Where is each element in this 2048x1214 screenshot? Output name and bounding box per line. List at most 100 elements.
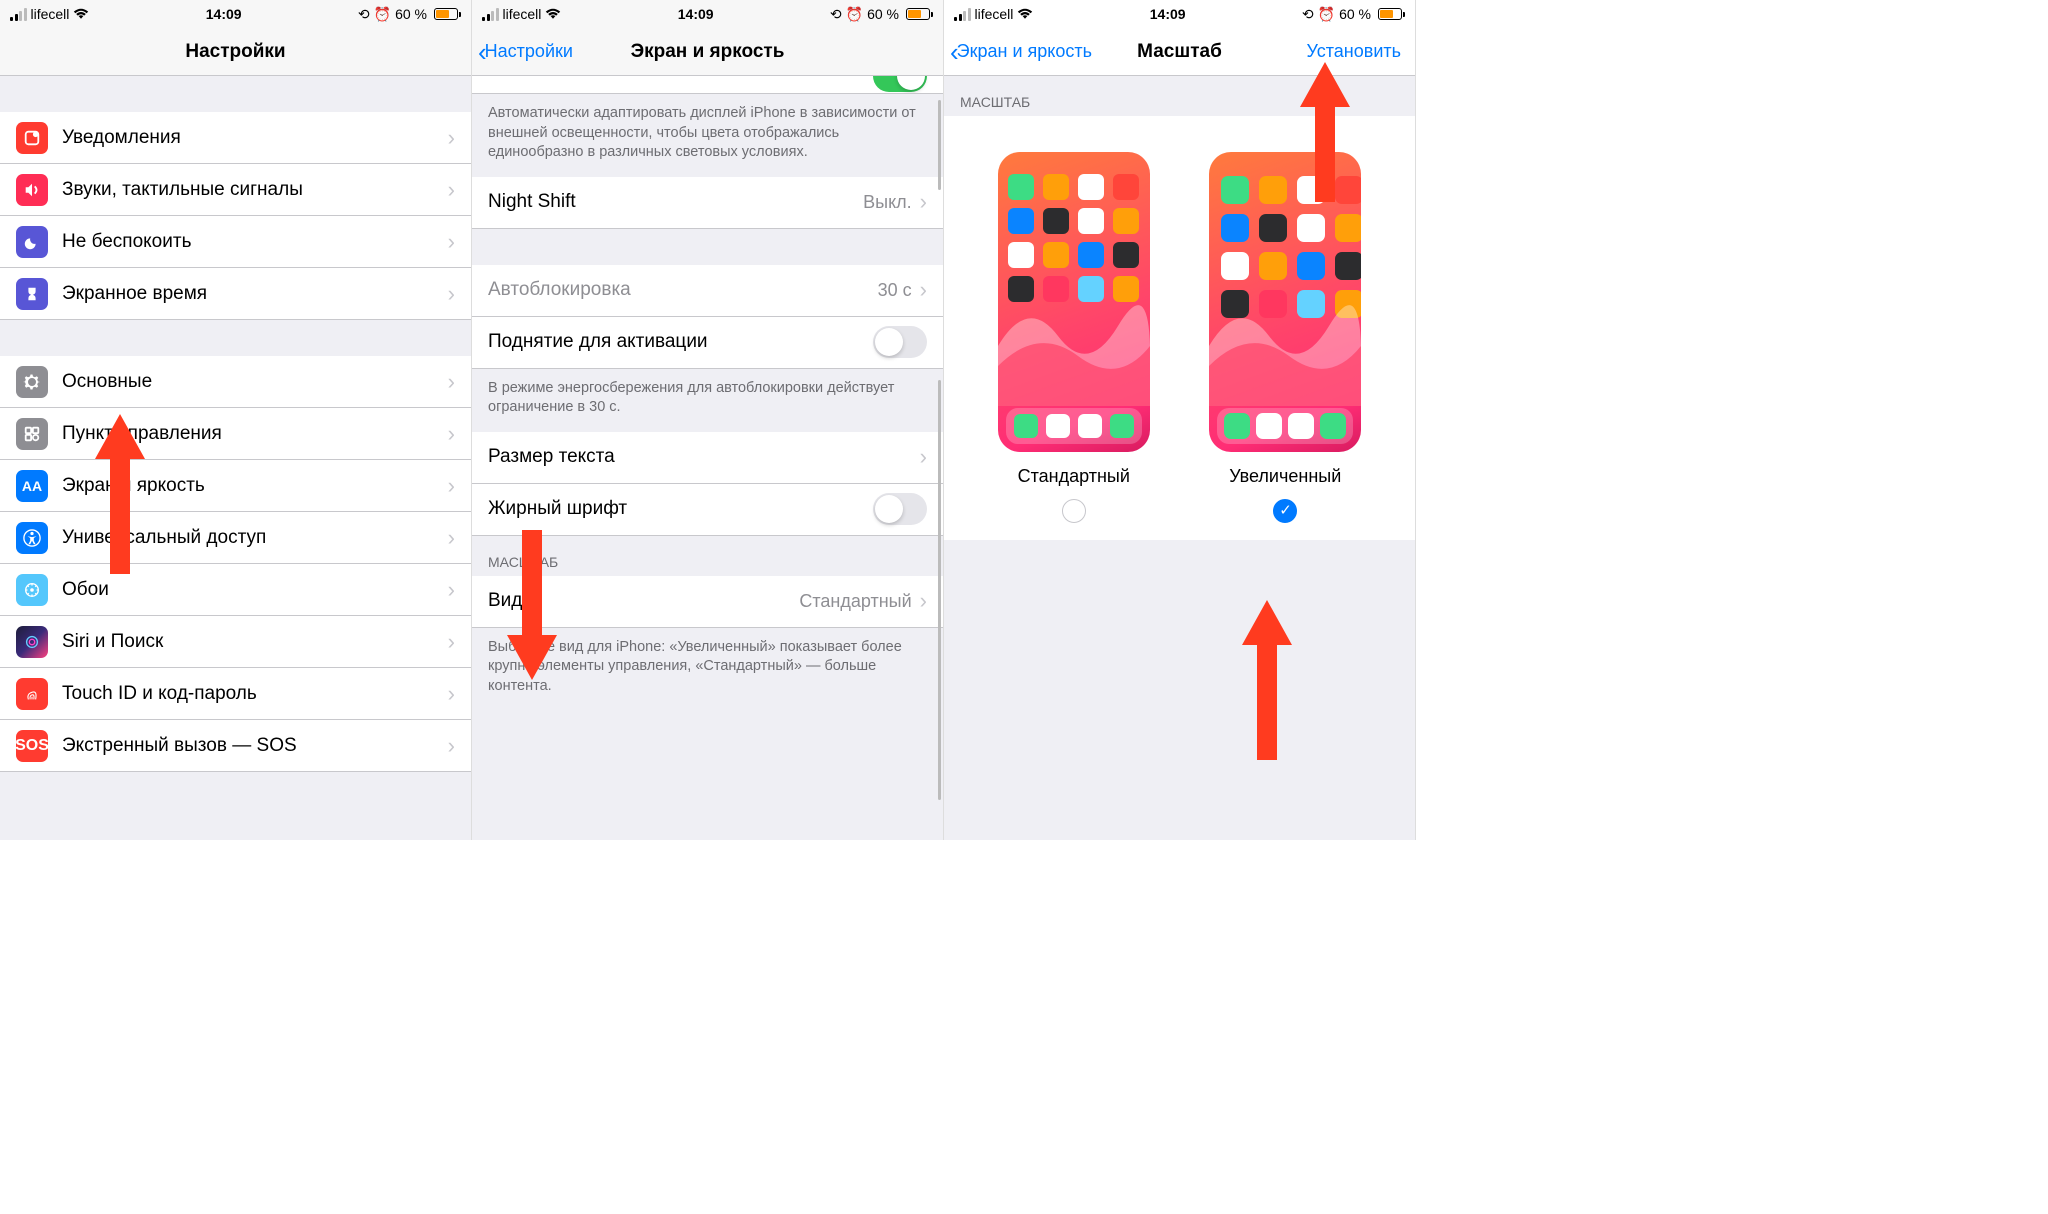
row-label: Уведомления — [62, 127, 448, 149]
notifications-icon — [16, 122, 48, 154]
true-tone-description: Автоматически адаптировать дисплей iPhon… — [472, 94, 943, 177]
clock: 14:09 — [206, 6, 242, 22]
row-view[interactable]: Вид Стандартный › — [472, 576, 943, 628]
battery-percent: 60 % — [867, 6, 899, 22]
row-label: Night Shift — [488, 191, 863, 213]
battery-percent: 60 % — [1339, 6, 1371, 22]
row-general[interactable]: Основные › — [0, 356, 471, 408]
control-center-icon — [16, 418, 48, 450]
chevron-right-icon: › — [448, 681, 455, 707]
row-label: Универсальный доступ — [62, 527, 448, 549]
scroll-indicator — [938, 380, 941, 800]
chevron-right-icon: › — [448, 125, 455, 151]
row-sos[interactable]: SOS Экстренный вызов — SOS › — [0, 720, 471, 772]
signal-icon — [482, 8, 499, 21]
row-label: Основные — [62, 371, 448, 393]
back-button[interactable]: ‹ Настройки — [478, 39, 573, 65]
clock: 14:09 — [678, 6, 714, 22]
carrier-label: lifecell — [31, 6, 70, 22]
back-label: Экран и яркость — [957, 41, 1092, 62]
chevron-right-icon: › — [448, 577, 455, 603]
wallpaper-icon — [16, 574, 48, 606]
chevron-right-icon: › — [920, 588, 927, 614]
page-title: Экран и яркость — [631, 41, 785, 63]
row-label: Звуки, тактильные сигналы — [62, 179, 448, 201]
raise-to-wake-toggle[interactable] — [873, 326, 927, 358]
dnd-icon — [16, 226, 48, 258]
row-value: Стандартный — [799, 591, 911, 612]
row-label: Обои — [62, 579, 448, 601]
carrier-label: lifecell — [975, 6, 1014, 22]
row-label: Жирный шрифт — [488, 498, 873, 520]
page-title: Настройки — [185, 41, 285, 63]
chevron-right-icon: › — [920, 189, 927, 215]
nav-bar: ‹ Настройки Экран и яркость — [472, 28, 943, 76]
row-notifications[interactable]: Уведомления › — [0, 112, 471, 164]
scroll-indicator — [938, 100, 941, 190]
row-screentime[interactable]: Экранное время › — [0, 268, 471, 320]
zoom-option-label: Стандартный — [998, 466, 1150, 487]
row-label: Touch ID и код-пароль — [62, 683, 448, 705]
zoom-option-zoomed[interactable]: Увеличенный — [1209, 152, 1361, 528]
zoom-section-header: МАСШТАБ — [472, 536, 943, 576]
bold-text-toggle[interactable] — [873, 493, 927, 525]
dock — [1217, 408, 1353, 444]
chevron-right-icon: › — [448, 421, 455, 447]
zoom-option-standard[interactable]: Стандартный — [998, 152, 1150, 528]
rotation-lock-icon: ⟲ — [830, 6, 842, 23]
battery-icon — [903, 8, 933, 20]
row-siri[interactable]: Siri и Поиск › — [0, 616, 471, 668]
row-label: Пункт управления — [62, 423, 448, 445]
nav-bar: Настройки — [0, 28, 471, 76]
row-autolock[interactable]: Автоблокировка 30 с › — [472, 265, 943, 317]
phone-preview-zoomed — [1209, 152, 1361, 452]
settings-root-panel: lifecell 14:09 ⟲ ⏰ 60 % Настройки Уведом… — [0, 0, 472, 840]
alarm-icon: ⏰ — [374, 6, 391, 23]
row-value: Выкл. — [863, 192, 912, 213]
wifi-icon — [73, 8, 89, 20]
screentime-icon — [16, 278, 48, 310]
row-control-center[interactable]: Пункт управления › — [0, 408, 471, 460]
row-label: Вид — [488, 590, 799, 612]
row-bold-text[interactable]: Жирный шрифт — [472, 484, 943, 536]
status-bar: lifecell 14:09 ⟲ ⏰ 60 % — [944, 0, 1415, 28]
row-nightshift[interactable]: Night Shift Выкл. › — [472, 177, 943, 229]
display-icon: AA — [16, 470, 48, 502]
page-title: Масштаб — [1137, 41, 1222, 63]
row-touchid[interactable]: Touch ID и код-пароль › — [0, 668, 471, 720]
signal-icon — [10, 8, 27, 21]
zoom-options: Стандартный Увеличенный — [944, 116, 1415, 540]
back-label: Настройки — [485, 41, 573, 62]
row-label: Экран и яркость — [62, 475, 448, 497]
row-text-size[interactable]: Размер текста › — [472, 432, 943, 484]
row-label: Размер текста — [488, 446, 920, 468]
chevron-right-icon: › — [448, 369, 455, 395]
chevron-right-icon: › — [448, 281, 455, 307]
siri-icon — [16, 626, 48, 658]
row-label: Siri и Поиск — [62, 631, 448, 653]
row-wallpaper[interactable]: Обои › — [0, 564, 471, 616]
row-sounds[interactable]: Звуки, тактильные сигналы › — [0, 164, 471, 216]
rotation-lock-icon: ⟲ — [1302, 6, 1314, 23]
radio-checked[interactable] — [1273, 499, 1297, 523]
status-bar: lifecell 14:09 ⟲ ⏰ 60 % — [0, 0, 471, 28]
general-icon — [16, 366, 48, 398]
wifi-icon — [1017, 8, 1033, 20]
chevron-right-icon: › — [920, 444, 927, 470]
set-button[interactable]: Установить — [1307, 41, 1401, 62]
row-display[interactable]: AA Экран и яркость › — [0, 460, 471, 512]
alarm-icon: ⏰ — [846, 6, 863, 23]
app-grid — [1008, 174, 1140, 302]
row-raise-to-wake[interactable]: Поднятие для активации — [472, 317, 943, 369]
battery-icon — [431, 8, 461, 20]
wifi-icon — [545, 8, 561, 20]
row-dnd[interactable]: Не беспокоить › — [0, 216, 471, 268]
row-accessibility[interactable]: Универсальный доступ › — [0, 512, 471, 564]
true-tone-toggle[interactable] — [873, 76, 927, 92]
sounds-icon — [16, 174, 48, 206]
zoom-section-header: МАСШТАБ — [944, 76, 1415, 116]
radio-unchecked[interactable] — [1062, 499, 1086, 523]
chevron-right-icon: › — [448, 229, 455, 255]
rotation-lock-icon: ⟲ — [358, 6, 370, 23]
back-button[interactable]: ‹ Экран и яркость — [950, 39, 1092, 65]
